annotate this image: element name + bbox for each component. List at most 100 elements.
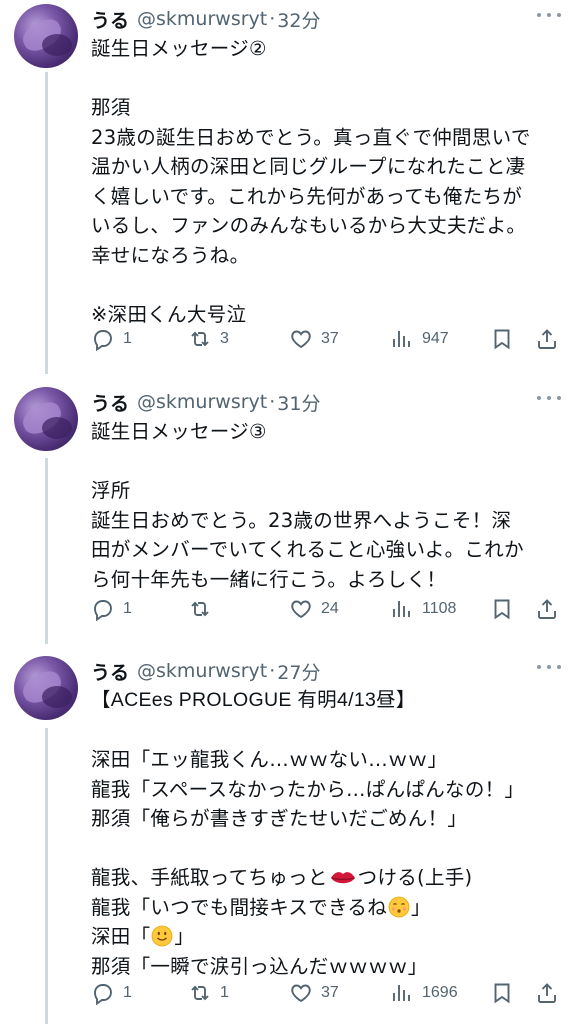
bookmark-icon — [494, 983, 510, 1004]
user-handle[interactable]: @skmurwsryt — [137, 391, 267, 413]
thread-line — [45, 728, 48, 1024]
separator-dot: · — [269, 391, 276, 413]
tweet-line: 龍我、手紙取ってちゅっと つける(上手) — [91, 863, 561, 893]
tweet-header: うる @skmurwsryt · 32分 — [91, 4, 320, 34]
tweet-line: ら何十年先も一緒に行こう。よろしく！ — [91, 567, 447, 591]
tweet-line-part: 」 — [174, 925, 195, 948]
display-name[interactable]: うる — [91, 658, 129, 685]
views-icon — [393, 985, 410, 1001]
like-button[interactable]: 37 — [289, 978, 339, 1008]
bookmark-button[interactable] — [490, 978, 514, 1008]
display-name[interactable]: うる — [91, 389, 129, 416]
timestamp[interactable]: 27分 — [277, 658, 320, 685]
tweet-text: 【ACEes PROLOGUE 有明4/13昼】 深田「エッ龍我くん…ｗｗない…ｗ… — [91, 686, 561, 981]
reply-button[interactable]: 1 — [91, 978, 132, 1008]
thread-line — [45, 72, 48, 374]
retweet-button[interactable]: 1 — [188, 978, 229, 1008]
heart-icon — [291, 330, 311, 349]
reply-icon — [94, 330, 112, 351]
display-name[interactable]: うる — [91, 6, 129, 33]
like-count: 37 — [321, 330, 339, 347]
views-count: 1108 — [422, 600, 457, 617]
tweet-title: 誕生日メッセージ③ — [91, 420, 267, 443]
bookmark-button[interactable] — [490, 594, 514, 624]
smiling-face-icon — [152, 925, 173, 947]
tweet-line — [91, 270, 561, 300]
tweet-line: 龍我「いつでも間接キスできるね」 — [91, 893, 561, 923]
tweet-line: 浮所 — [91, 479, 131, 502]
tweet-actions: 1 1 37 1696 — [91, 978, 565, 1008]
thread-line — [45, 458, 48, 644]
views-button[interactable]: 1696 — [390, 978, 458, 1008]
views-icon — [393, 601, 410, 617]
separator-dot: · — [269, 660, 276, 682]
tweet-line: いるし、ファンのみんなもいるから大丈夫だよ。 — [91, 214, 527, 237]
views-button[interactable]: 947 — [390, 324, 449, 354]
avatar[interactable] — [14, 656, 78, 720]
more-icon[interactable] — [537, 662, 561, 672]
views-button[interactable]: 1108 — [390, 594, 456, 624]
bookmark-icon — [494, 599, 510, 620]
reply-count: 1 — [123, 600, 132, 617]
tweet-line: 誕生日おめでとう。23歳の世界へようこそ！深 — [91, 508, 512, 532]
tweet-actions: 1 3 37 947 — [91, 324, 565, 354]
tweet-title: 誕生日メッセージ② — [91, 37, 267, 60]
share-icon — [538, 329, 556, 349]
share-button[interactable] — [535, 594, 559, 624]
tweet-line: 那須「俺らが書きすぎたせいだごめん！」 — [91, 807, 468, 830]
retweet-icon — [191, 331, 209, 347]
tweet-actions: 1 24 1108 — [91, 594, 565, 624]
tweet-line — [91, 716, 561, 746]
retweet-button[interactable]: 3 — [188, 324, 229, 354]
tweet-line — [91, 447, 561, 477]
heart-icon — [291, 984, 311, 1003]
tweet-line: 温かい人柄の深田と同じグループになれたこと凄 — [91, 155, 526, 178]
reply-button[interactable]: 1 — [91, 324, 132, 354]
tweet-line: 龍我「スペースなかったから…ぱんぱんなの！」 — [91, 777, 525, 801]
avatar[interactable] — [14, 387, 78, 451]
retweet-icon — [191, 985, 209, 1001]
tweet-line — [91, 834, 561, 864]
user-handle[interactable]: @skmurwsryt — [137, 8, 267, 30]
reply-count: 1 — [123, 330, 132, 347]
timestamp[interactable]: 32分 — [277, 6, 320, 33]
views-count: 1696 — [422, 984, 458, 1001]
more-icon[interactable] — [537, 393, 561, 403]
tweet-header: うる @skmurwsryt · 31分 — [91, 387, 320, 417]
tweet-line: く嬉しいです。これから先何があっても俺たちが — [91, 184, 523, 208]
user-handle[interactable]: @skmurwsryt — [137, 660, 267, 682]
tweet-line: 那須「一瞬で涙引っ込んだｗｗｗｗ」 — [91, 954, 428, 978]
share-button[interactable] — [535, 978, 559, 1008]
avatar[interactable] — [14, 4, 78, 68]
retweet-count: 1 — [220, 984, 229, 1001]
tweet-line: 23歳の誕生日おめでとう。真っ直ぐで仲間思いで — [91, 125, 531, 149]
tweet-line: 深田「」 — [91, 922, 561, 952]
retweet-icon — [191, 601, 209, 617]
reply-button[interactable]: 1 — [91, 594, 132, 624]
tweet-text: 誕生日メッセージ③ 浮所 誕生日おめでとう。23歳の世界へようこそ！深 田がメンバーで… — [91, 417, 561, 594]
reply-icon — [94, 600, 112, 621]
tweet-line-part: 龍我、手紙取ってちゅっと — [91, 866, 328, 889]
like-button[interactable]: 37 — [289, 324, 339, 354]
separator-dot: · — [269, 8, 276, 30]
views-icon — [393, 331, 410, 347]
bookmark-button[interactable] — [490, 324, 514, 354]
like-button[interactable]: 24 — [289, 594, 339, 624]
tweet-line-part: 」 — [411, 895, 431, 919]
tweet-line: 深田「エッ龍我くん…ｗｗない…ｗｗ」 — [91, 748, 448, 771]
reply-count: 1 — [123, 984, 132, 1001]
like-count: 37 — [321, 984, 339, 1001]
retweet-count: 3 — [220, 330, 229, 347]
share-button[interactable] — [535, 324, 559, 354]
timestamp[interactable]: 31分 — [277, 389, 320, 416]
heart-icon — [291, 600, 311, 619]
retweet-button[interactable] — [188, 594, 220, 624]
kiss-lips-icon — [330, 872, 355, 884]
reply-icon — [94, 984, 112, 1005]
views-count: 947 — [422, 330, 449, 347]
bookmark-icon — [494, 329, 510, 350]
tweet-line: 幸せになろうね。 — [91, 243, 250, 267]
more-icon[interactable] — [537, 10, 561, 20]
tweet-line-part: 深田「 — [91, 925, 151, 948]
share-icon — [538, 599, 556, 619]
